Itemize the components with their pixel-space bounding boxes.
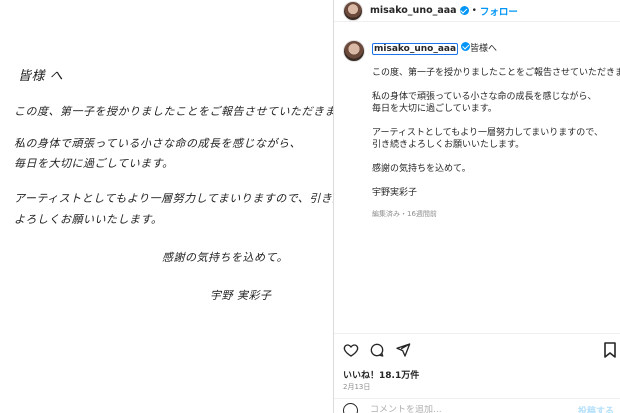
letter-line: アーティストとしてもより一層努力してまいりますので、引き続き: [14, 192, 333, 205]
letter-line: 感謝の気持ちを込めて。: [162, 251, 289, 264]
action-bar: [343, 342, 411, 358]
bookmark-icon[interactable]: [604, 342, 616, 358]
caption-line: この度、第一子を授かりましたことをご報告させていただきます。: [372, 68, 620, 78]
letter-line: 毎日を大切に過ごしています。: [14, 157, 174, 170]
letter-line: この度、第一子を授かりましたことをご報告させていただきます。: [14, 105, 333, 118]
caption-username[interactable]: misako_uno_aaa: [372, 43, 459, 55]
post-date[interactable]: 2月13日: [343, 382, 370, 392]
caption-line: 私の身体で頑張っている小さな命の成長を感じながら、: [372, 92, 597, 102]
emoji-icon[interactable]: [343, 402, 358, 413]
post-header: misako_uno_aaa • フォロー: [334, 0, 620, 22]
comment-input[interactable]: [370, 405, 570, 413]
heart-icon[interactable]: [343, 342, 359, 358]
divider: [334, 333, 620, 334]
caption-avatar[interactable]: [343, 40, 365, 62]
avatar[interactable]: [343, 0, 363, 21]
handwritten-letter-image: 皆様 へ この度、第一子を授かりましたことをご報告させていただきます。 私の身体…: [0, 0, 333, 413]
separator-dot: •: [471, 5, 477, 16]
caption-line: 感謝の気持ちを込めて。: [372, 164, 471, 174]
letter-line: よろしくお願いいたします。: [14, 213, 163, 226]
comment-bar: 投稿する: [343, 402, 620, 413]
caption-first-line: 皆様へ: [470, 44, 498, 54]
share-icon[interactable]: [395, 342, 411, 358]
verified-badge-icon: [461, 42, 471, 51]
comment-icon[interactable]: [369, 342, 385, 358]
letter-greeting: 皆様 へ: [18, 69, 64, 84]
caption-signature: 宇野実彩子: [372, 188, 418, 198]
divider: [334, 398, 620, 399]
caption-line: 毎日を大切に過ごしています。: [372, 104, 497, 114]
letter-line: 私の身体で頑張っている小さな命の成長を感じながら、: [14, 137, 301, 150]
caption-line: 引き続きよろしくお願いいたします。: [372, 140, 525, 150]
verified-badge-icon: [459, 6, 469, 15]
post-caption: misako_uno_aaa 皆様へ この度、第一子を授かりましたことをご報告させ…: [343, 40, 620, 220]
follow-button[interactable]: フォロー: [480, 4, 518, 18]
caption-meta: 編集済み・16週間前: [372, 210, 437, 218]
caption-body: misako_uno_aaa 皆様へ この度、第一子を授かりましたことをご報告させ…: [372, 42, 620, 220]
like-count[interactable]: いいね！18.1万件: [343, 368, 419, 381]
post-side-panel: misako_uno_aaa • フォロー misako_uno_aaa 皆様へ …: [333, 0, 620, 413]
post-comment-button[interactable]: 投稿する: [578, 404, 614, 413]
caption-line: アーティストとしてもより一層努力してまいりますので、: [372, 128, 603, 138]
header-username[interactable]: misako_uno_aaa: [370, 5, 457, 16]
letter-signature: 宇野 実彩子: [210, 289, 272, 302]
